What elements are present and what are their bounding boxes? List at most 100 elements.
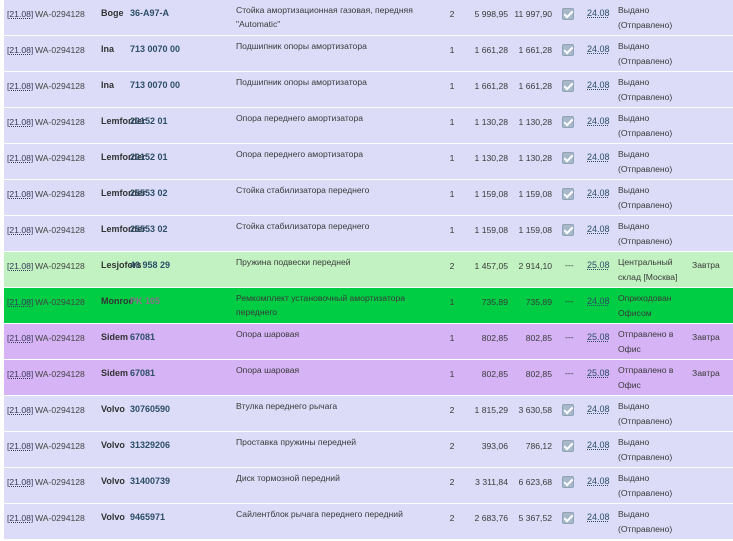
- issued-checkbox[interactable]: [562, 224, 574, 236]
- order-date-link[interactable]: [21.08]: [7, 189, 33, 199]
- brand-name: Sidem: [101, 332, 129, 342]
- order-date-link[interactable]: [21.08]: [7, 81, 33, 91]
- part-description: Ремкомплект установочный амортизатора пе…: [236, 293, 406, 317]
- delivery-date-link[interactable]: 24.08: [587, 116, 610, 126]
- delivery-date-link[interactable]: 24.08: [587, 224, 610, 234]
- article-number-link[interactable]: 67081: [130, 332, 155, 342]
- line-total: 802,85: [525, 333, 552, 343]
- order-date: [21.08]: [7, 189, 33, 199]
- article-number-link[interactable]: 9465971: [130, 512, 165, 522]
- order-date-link[interactable]: [21.08]: [7, 261, 33, 271]
- order-status: Выдано (Отправлено): [618, 401, 673, 426]
- order-row: [21.08] WA-0294128 Lesjofors 40 958 29 П…: [4, 252, 733, 288]
- order-status: Оприходован Офисом: [618, 293, 672, 318]
- delivery-date-link[interactable]: 24.08: [587, 476, 610, 486]
- delivery-date-link[interactable]: 24.08: [587, 8, 610, 18]
- order-date-link[interactable]: [21.08]: [7, 369, 33, 379]
- article-number-link[interactable]: 25553 02: [130, 188, 168, 198]
- line-total: 11 997,90: [514, 9, 552, 19]
- order-row: [21.08] WA-0294128 Monroe PK 105 Ремкомп…: [4, 288, 733, 324]
- order-row: [21.08] WA-0294128 Volvo 31329206 Проста…: [4, 432, 733, 468]
- line-total: 5 367,52: [518, 513, 552, 523]
- order-date-link[interactable]: [21.08]: [7, 297, 33, 307]
- order-number: WA-0294128: [35, 45, 85, 55]
- order-number: WA-0294128: [35, 117, 85, 127]
- article-number-link[interactable]: 20152 01: [130, 116, 168, 126]
- article-number-link[interactable]: 31400739: [130, 476, 170, 486]
- issued-checkbox[interactable]: [562, 440, 574, 452]
- order-date-link[interactable]: [21.08]: [7, 117, 33, 127]
- delivery-date-link[interactable]: 24.08: [587, 512, 610, 522]
- quantity: 1: [449, 189, 455, 199]
- article-number-link[interactable]: 36-A97-A: [130, 8, 169, 18]
- issued-checkbox[interactable]: [562, 404, 574, 416]
- article-number-link[interactable]: 67081: [130, 368, 155, 378]
- issued-checkbox[interactable]: [562, 152, 574, 164]
- article-number-link[interactable]: 40 958 29: [130, 260, 170, 270]
- mark-dash: ---: [565, 368, 574, 378]
- quantity: 2: [449, 405, 455, 415]
- issued-checkbox[interactable]: [562, 8, 574, 20]
- part-description: Стойка стабилизатора переднего: [236, 221, 370, 231]
- delivery-date-link[interactable]: 24.08: [587, 440, 610, 450]
- part-description: Втулка переднего рычага: [236, 401, 338, 411]
- issued-checkbox[interactable]: [562, 116, 574, 128]
- article-number-link[interactable]: 30760590: [130, 404, 170, 414]
- article-number-link[interactable]: 25553 02: [130, 224, 168, 234]
- order-date-link[interactable]: [21.08]: [7, 225, 33, 235]
- brand-name: Sidem: [101, 368, 129, 378]
- issued-checkbox[interactable]: [562, 44, 574, 56]
- order-date-link[interactable]: [21.08]: [7, 9, 33, 19]
- order-date: [21.08]: [7, 153, 33, 163]
- article-number-link[interactable]: 31329206: [130, 440, 170, 450]
- article-number-link[interactable]: 713 0070 00: [130, 80, 180, 90]
- order-date-link[interactable]: [21.08]: [7, 333, 33, 343]
- quantity: 2: [449, 477, 455, 487]
- brand-name: Ina: [101, 44, 115, 54]
- order-status: Выдано (Отправлено): [618, 437, 673, 462]
- delivery-date-link[interactable]: 25.08: [587, 260, 610, 270]
- order-status: Выдано (Отправлено): [618, 77, 673, 102]
- delivery-date-link[interactable]: 24.08: [587, 404, 610, 414]
- issued-checkbox[interactable]: [562, 512, 574, 524]
- article-number-link[interactable]: 20152 01: [130, 152, 168, 162]
- delivery-date-link[interactable]: 24.08: [587, 188, 610, 198]
- part-description: Подшипник опоры амортизатора: [236, 77, 367, 87]
- order-row: [21.08] WA-0294128 Ina 713 0070 00 Подши…: [4, 36, 733, 72]
- order-date-link[interactable]: [21.08]: [7, 405, 33, 415]
- article-number-link[interactable]: PK 105: [130, 296, 160, 306]
- eta-label: Завтра: [692, 368, 720, 378]
- delivery-date-link[interactable]: 24.08: [587, 296, 610, 306]
- brand-name: Volvo: [101, 440, 125, 450]
- delivery-date-link[interactable]: 25.08: [587, 332, 610, 342]
- order-number: WA-0294128: [35, 153, 85, 163]
- line-total: 1 159,08: [518, 189, 552, 199]
- issued-checkbox[interactable]: [562, 476, 574, 488]
- order-date-link[interactable]: [21.08]: [7, 441, 33, 451]
- order-date-link[interactable]: [21.08]: [7, 153, 33, 163]
- delivery-date-link[interactable]: 25.08: [587, 368, 610, 378]
- order-status: Отправлено в Офис: [618, 329, 674, 354]
- order-date-link[interactable]: [21.08]: [7, 477, 33, 487]
- order-date-link[interactable]: [21.08]: [7, 513, 33, 523]
- order-status: Отправлено в Офис: [618, 365, 674, 390]
- delivery-date-link[interactable]: 24.08: [587, 152, 610, 162]
- order-date-link[interactable]: [21.08]: [7, 45, 33, 55]
- unit-price: 1 457,05: [474, 261, 508, 271]
- issued-checkbox[interactable]: [562, 80, 574, 92]
- order-number: WA-0294128: [35, 405, 85, 415]
- order-row: [21.08] WA-0294128 Lemforder 25553 02 Ст…: [4, 216, 733, 252]
- order-row: [21.08] WA-0294128 Volvo 31400739 Диск т…: [4, 468, 733, 504]
- order-date: [21.08]: [7, 9, 33, 19]
- brand-name: Volvo: [101, 476, 125, 486]
- delivery-date-link[interactable]: 24.08: [587, 80, 610, 90]
- quantity: 1: [449, 45, 455, 55]
- order-date: [21.08]: [7, 369, 33, 379]
- order-number: WA-0294128: [35, 81, 85, 91]
- delivery-date-link[interactable]: 24.08: [587, 44, 610, 54]
- issued-checkbox[interactable]: [562, 188, 574, 200]
- article-number-link[interactable]: 713 0070 00: [130, 44, 180, 54]
- order-row: [21.08] WA-0294128 Volvo 30760590 Втулка…: [4, 396, 733, 432]
- order-row: [21.08] WA-0294128 Boge 36-A97-A Стойка …: [4, 0, 733, 36]
- unit-price: 3 311,84: [475, 477, 508, 487]
